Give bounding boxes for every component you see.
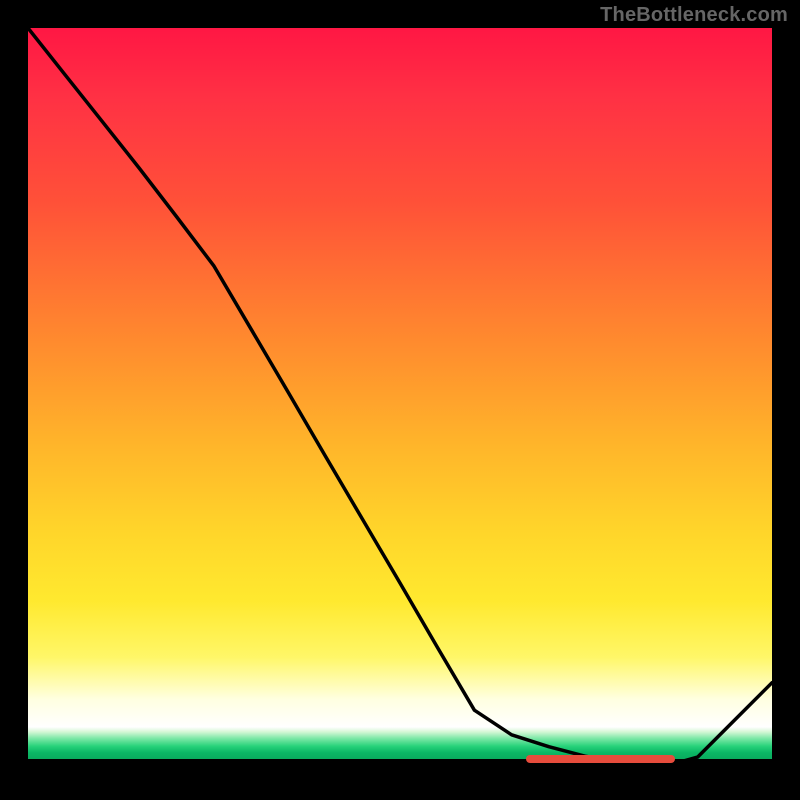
watermark-label: TheBottleneck.com (600, 4, 788, 27)
chart-area (28, 28, 772, 772)
chart-gradient-fill (28, 28, 772, 727)
app-root: TheBottleneck.com (0, 0, 800, 800)
chart-floor-marker (526, 755, 675, 763)
